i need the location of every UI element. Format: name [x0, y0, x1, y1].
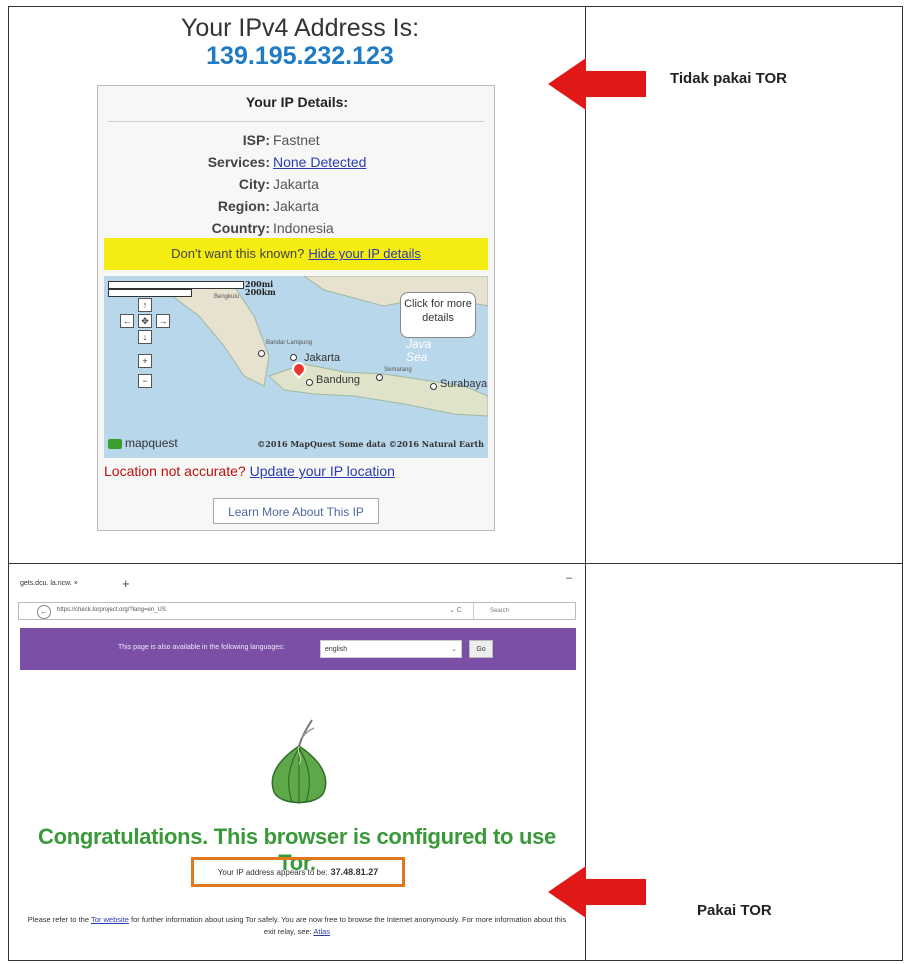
- mapquest-logo-icon: [108, 438, 122, 449]
- annotation-tor: Pakai TOR: [697, 902, 772, 919]
- tor-ip-highlight: Your IP address appears to be: 37.48.81.2…: [191, 857, 405, 887]
- language-prompt: This page is also available in the follo…: [118, 644, 285, 651]
- red-arrow-icon: [548, 58, 646, 110]
- pan-center-icon[interactable]: ✥: [138, 314, 152, 328]
- city-dot: [430, 383, 437, 390]
- isp-row: ISP: Fastnet: [98, 132, 496, 152]
- map-scale-bar-km: [108, 289, 192, 297]
- minimize-icon[interactable]: –: [566, 572, 572, 584]
- services-row: Services: None Detected: [98, 154, 496, 174]
- location-accuracy: Location not accurate? Update your IP loc…: [104, 463, 395, 479]
- map-label-jakarta: Jakarta: [304, 352, 341, 364]
- row-divider: [8, 563, 903, 564]
- refer-text-1: Please refer to the: [27, 915, 90, 924]
- country-row: Country: Indonesia: [98, 220, 496, 240]
- language-select[interactable]: english ⌄: [320, 640, 462, 658]
- region-row: Region: Jakarta: [98, 198, 496, 218]
- mapquest-logo: mapquest: [108, 436, 178, 450]
- tor-website-link[interactable]: Tor website: [91, 915, 129, 924]
- tor-onion-icon: [271, 719, 327, 804]
- map-label-bandar-lampung: Bandar Lampung: [266, 340, 313, 346]
- location-prompt: Location not accurate?: [104, 463, 246, 479]
- map-label-bandung: Bandung: [316, 374, 361, 386]
- search-input[interactable]: Search: [473, 603, 575, 619]
- mapquest-logo-text: mapquest: [125, 436, 178, 450]
- pan-down-icon[interactable]: ↓: [138, 330, 152, 344]
- city-label: City:: [238, 176, 270, 192]
- browser-tab[interactable]: gets.dcu. la.ncw. ×: [20, 580, 78, 587]
- country-label: Country:: [211, 220, 270, 236]
- divider: [108, 121, 484, 122]
- ipv4-address: 139.195.232.123: [206, 42, 394, 70]
- map-label-java-sea: Java Sea: [406, 337, 432, 364]
- ip-details-title: Your IP Details:: [245, 94, 349, 110]
- address-bar[interactable]: ← https://check.torproject.org/?lang=en_…: [18, 602, 576, 620]
- ipv4-heading: Your IPv4 Address Is:: [180, 14, 420, 42]
- city-dot: [306, 379, 313, 386]
- hide-details-prompt: Don't want this known?: [171, 246, 305, 261]
- services-link[interactable]: None Detected: [273, 154, 366, 170]
- ip-details-panel: Your IP Details: ISP: Fastnet Services: …: [97, 85, 495, 531]
- country-value: Indonesia: [273, 220, 334, 236]
- refer-text-2: for further information about using Tor …: [131, 915, 567, 936]
- annotation-no-tor: Tidak pakai TOR: [670, 70, 787, 87]
- scale-km-label: 200km: [245, 287, 276, 297]
- isp-value: Fastnet: [273, 132, 320, 148]
- column-divider: [585, 6, 586, 961]
- city-row: City: Jakarta: [98, 176, 496, 196]
- map-label-semarang: Semarang: [384, 367, 412, 373]
- city-value: Jakarta: [273, 176, 319, 192]
- back-icon[interactable]: ←: [37, 605, 51, 619]
- tor-ip-address: 37.48.81.27: [330, 867, 379, 877]
- zoom-in-icon[interactable]: +: [138, 354, 152, 368]
- language-bar: This page is also available in the follo…: [20, 628, 576, 670]
- go-button[interactable]: Go: [469, 640, 493, 658]
- reload-icon[interactable]: ⌄ C: [449, 606, 462, 614]
- zoom-out-icon[interactable]: −: [138, 374, 152, 388]
- services-label: Services:: [207, 154, 270, 170]
- city-dot: [290, 354, 297, 361]
- city-dot: [376, 374, 383, 381]
- map-label-bengkulu: Bengkulu: [214, 294, 240, 300]
- tor-ip-prompt: Your IP address appears to be:: [217, 868, 328, 877]
- chevron-down-icon: ⌄: [451, 646, 457, 653]
- hide-details-banner: Don't want this known? Hide your IP detai…: [104, 238, 488, 270]
- map-copyright: ©2016 MapQuest Some data ©2016 Natural E…: [257, 439, 484, 449]
- url-text[interactable]: https://check.torproject.org/?lang=en_US: [57, 607, 166, 613]
- map-label-surabaya: Surabaya: [440, 378, 488, 390]
- map-scale-bar: [108, 281, 244, 289]
- tor-refer-text: Please refer to the Tor website for furt…: [22, 914, 572, 938]
- update-location-link[interactable]: Update your IP location: [250, 463, 395, 479]
- region-value: Jakarta: [273, 198, 319, 214]
- red-arrow-icon: [548, 866, 646, 918]
- pan-left-icon[interactable]: ←: [120, 314, 134, 328]
- atlas-link[interactable]: Atlas: [313, 927, 330, 936]
- pan-up-icon[interactable]: ↑: [138, 298, 152, 312]
- learn-more-button[interactable]: Learn More About This IP: [213, 498, 379, 524]
- pan-right-icon[interactable]: →: [156, 314, 170, 328]
- isp-label: ISP:: [242, 132, 270, 148]
- region-label: Region:: [217, 198, 270, 214]
- hide-details-link[interactable]: Hide your IP details: [308, 246, 421, 261]
- language-selected: english: [325, 646, 348, 653]
- city-dot: [258, 350, 265, 357]
- new-tab-icon[interactable]: +: [122, 576, 130, 591]
- browser-tab-strip: gets.dcu. la.ncw. × + –: [18, 570, 576, 596]
- location-map[interactable]: 200mi 200km ↑ ← ✥ → ↓ + − Bengkulu Banda…: [104, 276, 488, 458]
- map-details-callout[interactable]: Click for more details: [400, 292, 476, 338]
